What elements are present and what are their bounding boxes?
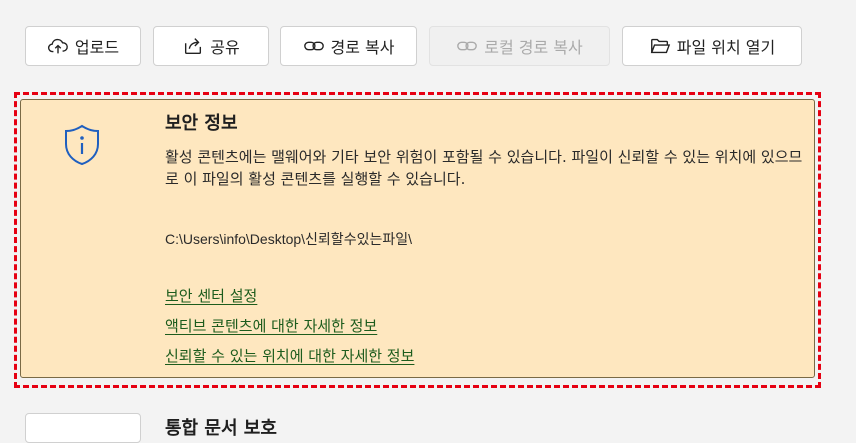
panel-title: 보안 정보 [165,113,238,134]
copy-local-path-button[interactable]: 로컬 경로 복사 [429,26,610,66]
upload-button[interactable]: 업로드 [25,26,141,66]
active-content-info-link[interactable]: 액티브 콘텐츠에 대한 자세한 정보 [165,315,377,336]
copy-local-path-label: 로컬 경로 복사 [484,38,583,57]
link-icon [303,41,324,51]
cloud-upload-icon [47,38,68,54]
panel-description: 활성 콘텐츠에는 맬웨어와 기타 보안 위험이 포함될 수 있습니다. 파일이 … [165,148,803,188]
link-icon [457,41,478,51]
protect-workbook-title: 통합 문서 보호 [165,418,277,439]
copy-path-button[interactable]: 경로 복사 [280,26,417,66]
trust-center-settings-link[interactable]: 보안 센터 설정 [165,285,257,306]
highlight-outline [14,92,821,388]
share-button[interactable]: 공유 [153,26,269,66]
folder-open-icon [650,38,670,54]
copy-path-label: 경로 복사 [330,38,395,57]
upload-label: 업로드 [74,38,120,57]
trusted-file-path: C:\Users\info\Desktop\신뢰할수있는파일\ [165,231,412,247]
protect-workbook-button[interactable] [25,413,141,443]
trusted-location-info-link[interactable]: 신뢰할 수 있는 위치에 대한 자세한 정보 [165,345,414,366]
open-file-location-button[interactable]: 파일 위치 열기 [622,26,802,66]
share-label: 공유 [210,38,240,57]
open-file-location-label: 파일 위치 열기 [676,38,776,57]
shield-info-icon [65,124,99,166]
share-icon [185,38,202,55]
